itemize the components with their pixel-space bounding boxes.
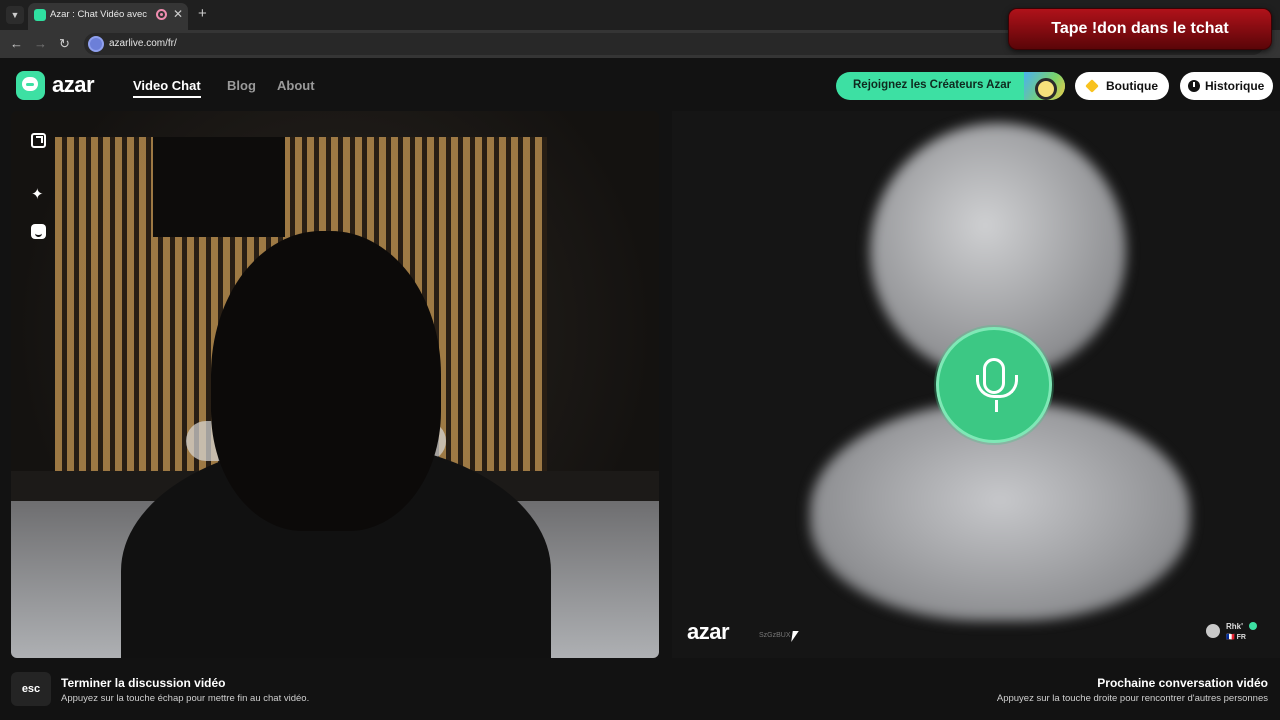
recording-indicator-icon xyxy=(156,9,167,20)
remote-azar-watermark: azar xyxy=(687,619,730,644)
microphone-stand xyxy=(995,400,998,412)
new-tab-button[interactable]: + xyxy=(198,5,207,22)
history-button[interactable]: Historique xyxy=(1180,72,1273,100)
azar-logo-icon[interactable] xyxy=(16,71,45,100)
verified-badge-icon xyxy=(1249,622,1257,630)
end-chat-title: Terminer la discussion vidéo xyxy=(61,676,226,690)
join-creators-label: Rejoignez les Créateurs Azar xyxy=(853,79,1012,91)
azar-logo-text[interactable]: azar xyxy=(52,72,95,98)
creators-badge-icon xyxy=(1024,72,1065,100)
url-text: azarlive.com/fr/ xyxy=(109,38,177,49)
close-tab-button[interactable]: ✕ xyxy=(173,7,183,21)
remote-video-feed: azar SzGzBUX Rhk' 🇫🇷 FR xyxy=(672,111,1280,658)
mouse-cursor-icon xyxy=(791,631,799,642)
microphone-button[interactable] xyxy=(936,327,1052,443)
nav-about[interactable]: About xyxy=(277,78,315,93)
next-chat-title[interactable]: Prochaine conversation vidéo xyxy=(940,676,1268,690)
next-chat-subtitle: Appuyez sur la touche droite pour rencon… xyxy=(996,693,1268,704)
join-creators-button[interactable]: Rejoignez les Créateurs Azar xyxy=(836,72,1065,100)
wall-window xyxy=(153,137,285,237)
peer-name: Rhk' xyxy=(1226,622,1244,631)
peer-country: 🇫🇷 FR xyxy=(1226,634,1246,641)
local-video-feed: ✦ xyxy=(11,111,659,658)
shop-label: Boutique xyxy=(1106,79,1158,93)
tab-title: Azar : Chat Vidéo avec de n xyxy=(50,9,150,20)
face-filter-icon[interactable] xyxy=(31,224,46,239)
clock-icon xyxy=(1188,80,1200,92)
peer-info[interactable]: Rhk' 🇫🇷 FR xyxy=(1206,619,1266,647)
esc-key-button[interactable]: esc xyxy=(11,672,51,706)
gem-icon xyxy=(1085,79,1099,93)
back-button[interactable]: ← xyxy=(10,36,23,51)
sparkle-icon[interactable]: ✦ xyxy=(31,187,46,202)
microphone-icon xyxy=(976,358,1018,398)
nav-video-chat[interactable]: Video Chat xyxy=(133,78,201,98)
history-label: Historique xyxy=(1205,79,1265,93)
site-header: azar Video Chat Blog About Rejoignez les… xyxy=(0,60,1280,112)
tab-search-button[interactable]: ▼ xyxy=(6,6,24,24)
remote-handle: SzGzBUX xyxy=(759,632,791,639)
donation-banner: Tape !don dans le tchat xyxy=(1008,8,1272,50)
site-info-icon[interactable] xyxy=(88,36,104,52)
forward-button[interactable]: → xyxy=(34,36,47,51)
donation-banner-text: Tape !don dans le tchat xyxy=(1051,20,1229,37)
video-side-toolbar: ✦ xyxy=(27,127,51,257)
shop-button[interactable]: Boutique xyxy=(1075,72,1169,100)
reload-button[interactable]: ↻ xyxy=(59,36,70,52)
expand-icon[interactable] xyxy=(31,133,46,148)
browser-tab[interactable]: Azar : Chat Vidéo avec de n ✕ xyxy=(28,3,188,30)
nav-blog[interactable]: Blog xyxy=(227,78,256,93)
end-chat-subtitle: Appuyez sur la touche échap pour mettre … xyxy=(61,693,310,704)
peer-avatar xyxy=(1206,624,1220,638)
favicon-icon xyxy=(34,9,46,21)
person-head xyxy=(211,231,441,531)
